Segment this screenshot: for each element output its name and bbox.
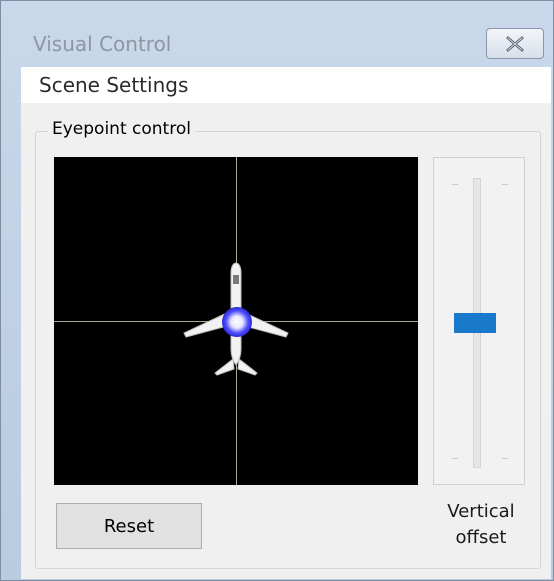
close-button[interactable]	[486, 28, 544, 59]
window-title: Visual Control	[33, 32, 172, 56]
client-area: Scene Settings Eyepoint control Reset Ve…	[21, 67, 551, 579]
slider-tick	[502, 458, 508, 459]
slider-thumb[interactable]	[454, 313, 496, 333]
slider-tick	[452, 458, 458, 459]
title-bar[interactable]: Visual Control	[1, 1, 553, 67]
slider-tick	[452, 184, 458, 185]
vertical-offset-slider[interactable]	[433, 157, 525, 485]
vertical-offset-label-line2: offset	[455, 527, 507, 548]
slider-tick	[502, 184, 508, 185]
vertical-offset-label-line1: Vertical	[447, 501, 515, 522]
visual-control-window: Visual Control Scene Settings Eyepoint c…	[0, 0, 554, 581]
close-icon	[506, 35, 524, 52]
menu-bar: Scene Settings	[21, 67, 551, 103]
eyepoint-marker-icon[interactable]	[222, 307, 252, 337]
group-label: Eyepoint control	[48, 119, 195, 139]
eyepoint-control-panel[interactable]	[54, 157, 418, 485]
reset-button[interactable]: Reset	[56, 503, 202, 549]
menu-item-scene-settings[interactable]: Scene Settings	[39, 73, 188, 97]
vertical-offset-label: Vertical offset	[431, 499, 531, 551]
